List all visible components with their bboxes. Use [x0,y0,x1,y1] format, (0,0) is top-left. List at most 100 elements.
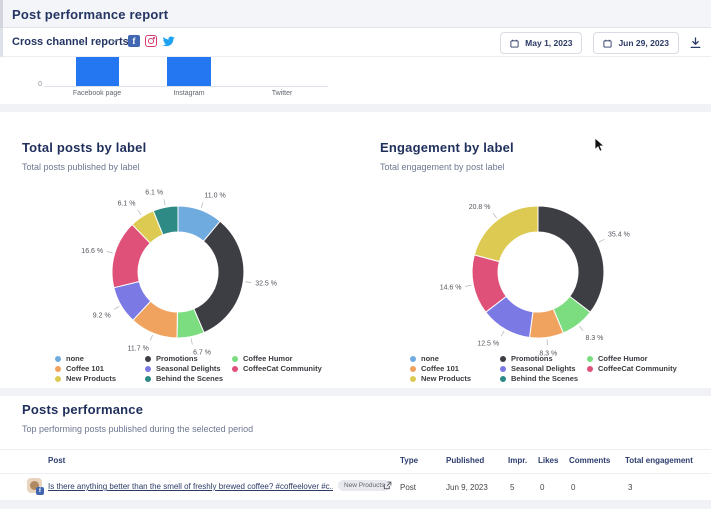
legend-color-dot [55,366,61,372]
label-leader-line [107,251,113,253]
legend-color-dot [410,376,416,382]
legend-color-dot [500,376,506,382]
date-from-input[interactable]: May 1, 2023 [500,32,582,54]
legend-item-none[interactable]: none [410,354,471,363]
cell-published: Jun 9, 2023 [446,483,488,492]
legend-item-coffeecat-community[interactable]: CoffeeCat Community [232,364,322,373]
legend-item-none[interactable]: none [55,354,116,363]
twitter-icon[interactable] [162,36,175,47]
legend-column: noneCoffee 101New Products [410,354,471,384]
legend-item-coffee-101[interactable]: Coffee 101 [55,364,116,373]
legend-label: New Products [421,374,471,383]
instagram-icon[interactable] [145,35,157,47]
legend-item-seasonal-delights[interactable]: Seasonal Delights [500,364,578,373]
donut-slice-percent-label: 35.4 % [608,232,630,239]
legend-label: Coffee Humor [243,354,293,363]
chevron-down-icon[interactable] [110,37,118,45]
post-performance-report-page: Post performance report Cross channel re… [0,0,711,509]
legend-item-coffee-humor[interactable]: Coffee Humor [232,354,322,363]
total-posts-donut-chart[interactable]: 11.0 %32.5 %6.7 %11.7 %9.2 %16.6 %6.1 %6… [40,192,320,348]
x-axis-line [45,86,328,87]
legend-color-dot [232,366,238,372]
x-label-twitter: Twitter [242,90,322,97]
left-edge-strip [0,0,3,28]
legend-item-promotions[interactable]: Promotions [500,354,578,363]
legend-color-dot [55,376,61,382]
legend-item-behind-the-scenes[interactable]: Behind the Scenes [145,374,223,383]
donut-slice-percent-label: 20.8 % [469,204,491,211]
legend-label: none [66,354,84,363]
date-to-input[interactable]: Jun 29, 2023 [593,32,679,54]
label-leader-line [164,199,165,205]
col-header-impressions: Impr. [508,456,527,465]
col-header-post: Post [48,456,65,465]
mouse-cursor [594,137,606,153]
calendar-icon [603,39,612,48]
download-icon[interactable] [690,37,701,49]
col-header-published: Published [446,456,484,465]
legend-column: Coffee HumorCoffeeCat Community [587,354,677,374]
label-leader-line [191,339,192,345]
legend-item-coffee-humor[interactable]: Coffee Humor [587,354,677,363]
label-charts-card: Total posts by label Total posts publish… [0,112,711,388]
facebook-icon[interactable]: f [128,35,140,47]
legend-column: PromotionsSeasonal DelightsBehind the Sc… [145,354,223,384]
label-leader-line [547,339,548,345]
bar-instagram[interactable] [167,57,211,86]
legend-label: Promotions [156,354,198,363]
label-leader-line [201,202,203,208]
legend-color-dot [55,356,61,362]
label-leader-line [465,285,471,286]
legend-column: PromotionsSeasonal DelightsBehind the Sc… [500,354,578,384]
legend-item-coffeecat-community[interactable]: CoffeeCat Community [587,364,677,373]
posts-per-channel-bar-chart: 0 Facebook page Instagram Twitter [0,57,711,104]
legend-item-coffee-101[interactable]: Coffee 101 [410,364,471,373]
label-leader-line [579,326,583,331]
donut-slice-percent-label: 32.5 % [255,281,277,288]
table-divider [0,473,711,474]
section-gap [0,388,711,396]
legend-item-promotions[interactable]: Promotions [145,354,223,363]
cell-comments: 0 [571,483,575,492]
label-leader-line [501,331,504,336]
donut-slice-percent-label: 12.5 % [477,341,499,348]
legend-label: Promotions [511,354,553,363]
legend-color-dot [410,356,416,362]
legend-color-dot [587,356,593,362]
posts-by-label-subtitle: Total posts published by label [22,162,140,172]
engagement-donut-chart[interactable]: 35.4 %8.3 %8.3 %12.5 %14.6 %20.8 % [400,192,680,348]
posts-performance-title: Posts performance [22,402,143,417]
engagement-by-label-title: Engagement by label [380,140,514,155]
legend-item-behind-the-scenes[interactable]: Behind the Scenes [500,374,578,383]
x-label-facebook: Facebook page [57,90,137,97]
posts-by-label-legend: noneCoffee 101New Products PromotionsSeas… [55,354,375,382]
col-header-likes: Likes [538,456,558,465]
label-leader-line [114,306,119,309]
posts-by-label-title: Total posts by label [22,140,146,155]
legend-item-new-products[interactable]: New Products [55,374,116,383]
report-toolbar: Cross channel reports f May 1, 2023 [0,28,711,57]
legend-color-dot [587,366,593,372]
donut-slice-percent-label: 11.7 % [128,345,149,352]
post-link[interactable]: Is there anything better than the smell … [48,482,333,491]
external-link-icon[interactable] [383,481,392,490]
legend-column: Coffee HumorCoffeeCat Community [232,354,322,374]
x-label-instagram: Instagram [149,90,229,97]
cell-likes: 0 [540,483,544,492]
donut-slice-percent-label: 6.1 % [145,189,163,196]
legend-color-dot [232,356,238,362]
legend-item-new-products[interactable]: New Products [410,374,471,383]
legend-column: noneCoffee 101New Products [55,354,116,384]
engagement-by-label-subtitle: Total engagement by post label [380,162,505,172]
date-range-controls: May 1, 2023 Jun 29, 2023 [500,32,701,54]
legend-item-seasonal-delights[interactable]: Seasonal Delights [145,364,223,373]
bar-facebook[interactable] [76,57,119,86]
section-gap [0,104,711,112]
cell-total-engagement: 3 [628,483,632,492]
col-header-type: Type [400,456,418,465]
legend-color-dot [500,366,506,372]
channel-icons: f [128,35,175,47]
donut-slice-new-products[interactable] [474,206,538,262]
legend-label: CoffeeCat Community [598,364,677,373]
donut-slice-promotions[interactable] [538,206,604,312]
